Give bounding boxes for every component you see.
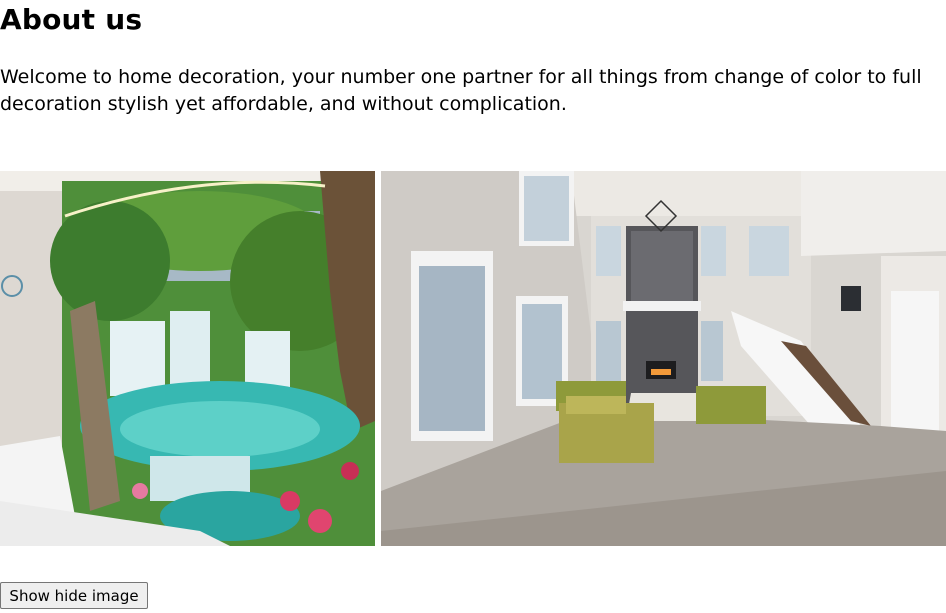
waterfall-tapestry-image [0, 171, 375, 546]
intro-text: Welcome to home decoration, your number … [0, 66, 922, 115]
image-gallery [0, 171, 946, 546]
living-room-image [381, 171, 946, 546]
show-hide-image-button[interactable]: Show hide image [0, 582, 148, 609]
page-title: About us [0, 3, 143, 36]
